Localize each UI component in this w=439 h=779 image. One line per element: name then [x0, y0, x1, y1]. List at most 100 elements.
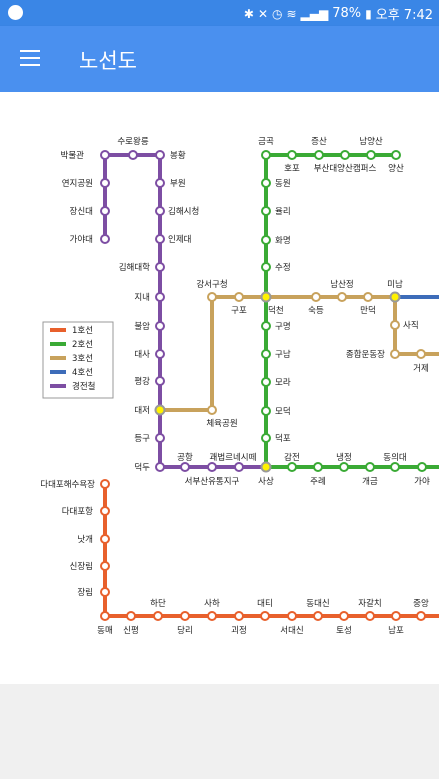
station-label[interactable]: 사하 — [204, 598, 220, 609]
station-label[interactable]: 화명 — [275, 235, 291, 246]
station-label[interactable]: 동원 — [275, 179, 291, 189]
station-label[interactable]: 만덕 — [360, 305, 376, 316]
station-marker[interactable] — [261, 150, 271, 160]
station-label[interactable]: 사직 — [403, 320, 419, 331]
station-label[interactable]: 박물관 — [61, 150, 85, 161]
subway-map-svg[interactable]: 박물관 수로왕릉봉황연지공원 부원장신대 김해시청가야대 인제대김해대학지내불암대사평강… — [0, 92, 439, 684]
station-marker[interactable] — [287, 150, 297, 160]
station-label[interactable]: 신장림 — [70, 561, 93, 572]
station-marker[interactable] — [100, 561, 110, 571]
station-label[interactable]: 덕두 — [134, 462, 150, 473]
station-marker[interactable] — [390, 462, 400, 472]
station-label[interactable]: 서부산유통지구 — [185, 476, 240, 487]
station-marker[interactable] — [311, 292, 321, 302]
station-label[interactable]: 괴정 — [231, 625, 247, 636]
station-marker[interactable] — [100, 479, 110, 489]
station-label[interactable]: 대티 — [257, 599, 273, 609]
station-marker[interactable] — [261, 406, 271, 416]
station-marker[interactable] — [391, 611, 401, 621]
station-marker[interactable] — [126, 611, 136, 621]
station-marker[interactable] — [261, 262, 271, 272]
station-marker[interactable] — [366, 150, 376, 160]
station-label[interactable]: 가야 — [414, 476, 430, 487]
station-marker[interactable] — [155, 206, 165, 216]
station-label[interactable]: 숙등 — [308, 306, 324, 316]
station-label[interactable]: 수정 — [275, 262, 291, 273]
station-marker[interactable] — [287, 462, 297, 472]
station-marker[interactable] — [416, 611, 426, 621]
transfer-station-marker[interactable] — [389, 291, 401, 303]
station-label[interactable]: 종합운동장 — [346, 349, 385, 360]
station-marker[interactable] — [313, 462, 323, 472]
station-marker[interactable] — [363, 292, 373, 302]
station-label[interactable]: 불암 — [134, 321, 150, 332]
station-label[interactable]: 장림 — [77, 587, 93, 598]
station-marker[interactable] — [261, 433, 271, 443]
station-label[interactable]: 구포 — [231, 306, 247, 316]
station-label[interactable]: 체육공원 — [206, 418, 237, 429]
station-marker[interactable] — [234, 462, 244, 472]
station-marker[interactable] — [100, 234, 110, 244]
station-marker[interactable] — [155, 349, 165, 359]
station-label[interactable]: 양산 — [388, 163, 404, 174]
station-marker[interactable] — [100, 506, 110, 516]
station-label[interactable]: 주례 — [310, 476, 326, 487]
station-marker[interactable] — [261, 206, 271, 216]
station-marker[interactable] — [100, 611, 110, 621]
station-label[interactable]: 남산정 — [330, 279, 353, 290]
station-label[interactable]: 수로왕릉 — [117, 137, 148, 147]
station-label[interactable]: 증산 — [311, 136, 327, 147]
station-marker[interactable] — [155, 462, 165, 472]
station-marker[interactable] — [314, 150, 324, 160]
station-label[interactable]: 모라 — [275, 378, 291, 388]
station-label[interactable]: 감전 — [284, 452, 300, 463]
station-marker[interactable] — [390, 320, 400, 330]
station-marker[interactable] — [340, 150, 350, 160]
station-label[interactable]: 다대포항 — [62, 507, 93, 517]
station-label[interactable]: 괘법르네시떼 — [210, 452, 257, 463]
station-marker[interactable] — [287, 611, 297, 621]
station-marker[interactable] — [155, 178, 165, 188]
station-marker[interactable] — [155, 321, 165, 331]
station-label[interactable]: 거제 — [413, 364, 429, 374]
station-marker[interactable] — [100, 150, 110, 160]
station-marker[interactable] — [180, 462, 190, 472]
station-marker[interactable] — [261, 349, 271, 359]
station-marker[interactable] — [339, 611, 349, 621]
station-label[interactable]: 토성 — [336, 626, 352, 636]
station-marker[interactable] — [155, 150, 165, 160]
station-label[interactable]: 부산대양산캠퍼스 — [314, 163, 377, 174]
station-marker[interactable] — [416, 349, 426, 359]
station-marker[interactable] — [100, 206, 110, 216]
station-label[interactable]: 다대포해수욕장 — [40, 479, 95, 490]
station-marker[interactable] — [365, 462, 375, 472]
station-marker[interactable] — [207, 292, 217, 302]
station-marker[interactable] — [155, 376, 165, 386]
station-marker[interactable] — [261, 235, 271, 245]
station-label[interactable]: 개금 — [362, 476, 378, 487]
station-label[interactable]: 당리 — [177, 625, 193, 636]
station-marker[interactable] — [390, 349, 400, 359]
station-label[interactable]: 가야대 — [70, 234, 93, 245]
station-marker[interactable] — [261, 377, 271, 387]
station-label[interactable]: 봉황 — [170, 150, 186, 161]
station-marker[interactable] — [207, 611, 217, 621]
station-label[interactable]: 인제대 — [168, 234, 191, 245]
station-label[interactable]: 서대신 — [280, 626, 303, 636]
station-label[interactable]: 금곡 — [258, 137, 274, 147]
station-marker[interactable] — [100, 587, 110, 597]
station-label[interactable]: 덕포 — [275, 433, 291, 444]
station-marker[interactable] — [339, 462, 349, 472]
station-marker[interactable] — [234, 611, 244, 621]
station-marker[interactable] — [260, 611, 270, 621]
station-label[interactable]: 동대신 — [306, 599, 329, 609]
station-marker[interactable] — [261, 321, 271, 331]
station-label[interactable]: 강서구청 — [196, 279, 227, 290]
station-label[interactable]: 미남 — [387, 280, 403, 290]
menu-icon[interactable] — [20, 50, 40, 66]
station-label[interactable]: 낫개 — [77, 534, 93, 545]
station-marker[interactable] — [128, 150, 138, 160]
station-marker[interactable] — [180, 611, 190, 621]
station-label[interactable]: 지내 — [134, 293, 150, 303]
station-label[interactable]: 장신대 — [70, 206, 93, 217]
